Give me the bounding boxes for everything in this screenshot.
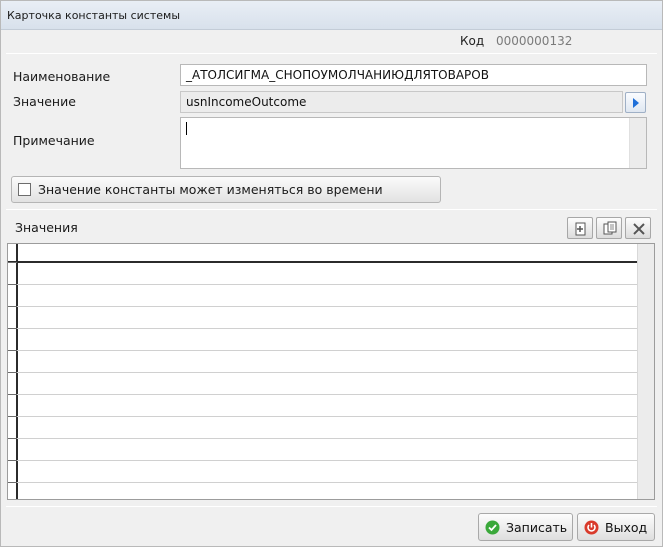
- time-variable-checkbox[interactable]: [18, 183, 31, 196]
- time-variable-label: Значение константы может изменяться во в…: [38, 182, 383, 197]
- table-row[interactable]: [8, 328, 637, 329]
- power-icon: [584, 520, 599, 535]
- add-row-icon: [575, 222, 586, 236]
- divider-bottom: [6, 506, 657, 507]
- row-marker: [8, 284, 17, 285]
- row-marker: [8, 482, 17, 483]
- row-marker: [8, 416, 17, 417]
- copy-row-icon: [603, 221, 617, 235]
- table-row[interactable]: [8, 284, 637, 285]
- delete-row-button[interactable]: [625, 217, 651, 239]
- add-row-button[interactable]: [567, 217, 593, 239]
- table-row[interactable]: [8, 350, 637, 351]
- table-row[interactable]: [8, 416, 637, 417]
- arrow-right-icon: [633, 98, 639, 108]
- exit-button-label: Выход: [605, 520, 648, 535]
- code-label: Код: [460, 34, 485, 48]
- row-marker: [8, 372, 17, 373]
- row-marker: [8, 262, 17, 263]
- row-marker: [8, 328, 17, 329]
- checkmark-icon: [485, 520, 500, 535]
- note-scrollbar[interactable]: [629, 118, 646, 168]
- window-title: Карточка константы системы: [7, 9, 180, 22]
- time-variable-toggle[interactable]: Значение константы может изменяться во в…: [11, 176, 441, 203]
- value-label: Значение: [13, 94, 76, 109]
- divider-middle: [6, 209, 657, 210]
- name-label: Наименование: [13, 69, 111, 84]
- save-button[interactable]: Записать: [478, 513, 573, 541]
- row-marker: [8, 306, 17, 307]
- copy-row-button[interactable]: [596, 217, 622, 239]
- table-row[interactable]: [8, 460, 637, 461]
- table-scrollbar[interactable]: [637, 244, 654, 499]
- name-field[interactable]: _АТОЛСИГМА_СНОПОУМОЛЧАНИЮДЛЯТОВАРОВ: [180, 64, 647, 86]
- text-caret: [186, 122, 187, 135]
- table-header-line: [8, 261, 637, 263]
- title-bar: Карточка константы системы: [1, 1, 662, 30]
- table-row[interactable]: [8, 306, 637, 307]
- table-row[interactable]: [8, 372, 637, 373]
- values-table[interactable]: [7, 243, 655, 500]
- values-section-title: Значения: [15, 220, 78, 235]
- code-value: 0000000132: [496, 34, 573, 48]
- constant-card-window: Карточка константы системы Код 000000013…: [0, 0, 663, 547]
- table-row[interactable]: [8, 394, 637, 395]
- value-field[interactable]: usnIncomeOutcome: [180, 91, 623, 113]
- row-marker: [8, 350, 17, 351]
- table-row[interactable]: [8, 438, 637, 439]
- note-label: Примечание: [13, 133, 95, 148]
- exit-button[interactable]: Выход: [577, 513, 655, 541]
- delete-row-icon: [633, 223, 645, 235]
- row-marker: [8, 394, 17, 395]
- divider-top: [6, 53, 657, 54]
- row-marker: [8, 460, 17, 461]
- save-button-label: Записать: [506, 520, 568, 535]
- row-marker: [8, 438, 17, 439]
- table-row[interactable]: [8, 482, 637, 483]
- value-select-button[interactable]: [625, 92, 646, 113]
- note-textarea[interactable]: [180, 117, 647, 169]
